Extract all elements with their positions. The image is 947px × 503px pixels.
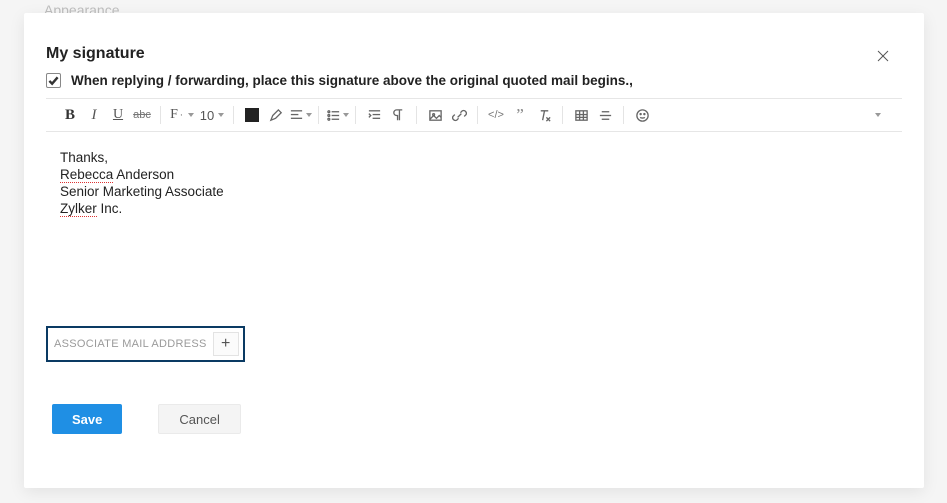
font-size-value: 10 (200, 108, 214, 123)
insert-html-button[interactable]: </> (484, 103, 508, 127)
toolbar-separator (562, 106, 563, 124)
reply-checkbox-label: When replying / forwarding, place this s… (71, 73, 633, 88)
reply-option-row: When replying / forwarding, place this s… (46, 73, 902, 88)
highlight-icon (269, 108, 284, 123)
strikethrough-button[interactable]: abc (130, 103, 154, 127)
editor-line: Thanks, (60, 150, 888, 167)
cancel-button[interactable]: Cancel (158, 404, 240, 434)
font-family-dropdown[interactable]: F· (167, 103, 197, 127)
table-icon (574, 108, 589, 123)
blockquote-button[interactable]: ” (508, 103, 532, 127)
chevron-down-icon (306, 113, 312, 117)
signature-editor[interactable]: Thanks, Rebecca Anderson Senior Marketin… (46, 132, 902, 322)
associate-mail-add-button[interactable]: + (213, 332, 239, 356)
reply-checkbox[interactable] (46, 73, 61, 88)
save-button[interactable]: Save (52, 404, 122, 434)
toolbar-separator (416, 106, 417, 124)
associate-section: ASSOCIATE MAIL ADDRESS + (46, 326, 902, 362)
chevron-down-icon (875, 113, 881, 117)
align-left-icon (289, 108, 304, 123)
indent-button[interactable] (362, 103, 386, 127)
toolbar-separator (355, 106, 356, 124)
font-size-dropdown[interactable]: 10 (197, 103, 227, 127)
associate-mail-highlight: ASSOCIATE MAIL ADDRESS + (46, 326, 245, 362)
plus-icon: + (221, 335, 230, 353)
underline-button[interactable]: U (106, 103, 130, 127)
toolbar-separator (160, 106, 161, 124)
list-dropdown[interactable] (325, 103, 349, 127)
close-icon (877, 50, 889, 62)
clear-format-button[interactable] (532, 103, 556, 127)
bold-button[interactable]: B (58, 103, 82, 127)
editor-line: Senior Marketing Associate (60, 184, 888, 201)
horizontal-rule-icon (598, 108, 613, 123)
link-icon (452, 108, 467, 123)
chevron-down-icon (188, 113, 194, 117)
editor-line: Rebecca Anderson (60, 167, 888, 184)
bullet-list-icon (326, 108, 341, 123)
font-label: F (170, 107, 178, 123)
smile-icon (635, 108, 650, 123)
chevron-down-icon (218, 113, 224, 117)
insert-hr-button[interactable] (593, 103, 617, 127)
insert-table-button[interactable] (569, 103, 593, 127)
image-icon (428, 108, 443, 123)
toolbar-separator (477, 106, 478, 124)
color-swatch-icon (245, 108, 259, 122)
chevron-down-icon (343, 113, 349, 117)
signature-modal: My signature When replying / forwarding,… (24, 13, 924, 488)
text-color-button[interactable] (240, 103, 264, 127)
clear-format-icon (537, 108, 552, 123)
modal-title: My signature (46, 45, 902, 63)
insert-image-button[interactable] (423, 103, 447, 127)
italic-button[interactable]: I (82, 103, 106, 127)
associate-mail-label: ASSOCIATE MAIL ADDRESS (52, 332, 213, 356)
modal-actions: Save Cancel (52, 404, 902, 434)
close-button[interactable] (872, 45, 894, 67)
direction-button[interactable] (386, 103, 410, 127)
paragraph-icon (391, 108, 406, 123)
toolbar-separator (623, 106, 624, 124)
editor-toolbar: B I U abc F· 10 (46, 98, 902, 132)
indent-icon (367, 108, 382, 123)
align-dropdown[interactable] (288, 103, 312, 127)
emoji-button[interactable] (630, 103, 654, 127)
check-icon (48, 75, 59, 86)
insert-link-button[interactable] (447, 103, 471, 127)
editor-line: Zylker Inc. (60, 201, 888, 218)
toolbar-separator (318, 106, 319, 124)
toolbar-more-dropdown[interactable] (866, 103, 890, 127)
highlight-button[interactable] (264, 103, 288, 127)
toolbar-separator (233, 106, 234, 124)
